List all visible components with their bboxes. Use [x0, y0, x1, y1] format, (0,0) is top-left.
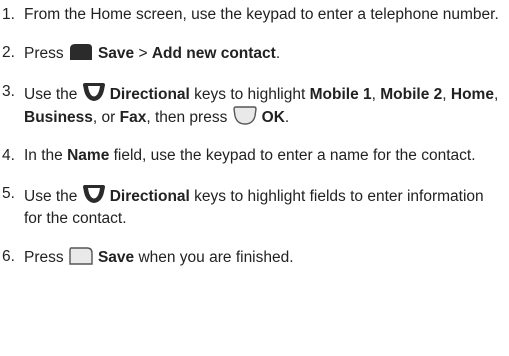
- instructions-page: 1. From the Home screen, use the keypad …: [0, 0, 509, 356]
- step-number: 5.: [2, 185, 15, 202]
- business-label: Business: [24, 109, 93, 126]
- step-text: Press Save when you are finished.: [24, 246, 499, 269]
- text-segment: , or: [92, 109, 120, 126]
- fax-label: Fax: [119, 109, 147, 126]
- directional-label: Directional: [109, 86, 190, 103]
- home-label: Home: [450, 86, 494, 103]
- text-segment: Press: [24, 45, 68, 62]
- step-number: 6.: [2, 248, 15, 265]
- step-text: Press Save > Add new contact.: [24, 42, 499, 65]
- directional-label: Directional: [109, 188, 190, 205]
- step-6: 6. Press Save when you are finished.: [2, 246, 509, 269]
- text-segment: Press: [24, 249, 68, 266]
- text-segment: when you are finished.: [134, 249, 294, 266]
- save-label: Save: [97, 45, 135, 62]
- step-2: 2. Press Save > Add new contact.: [2, 42, 509, 65]
- text-segment: ,: [442, 86, 451, 103]
- mobile-2-label: Mobile 2: [380, 86, 443, 103]
- directional-key-icon: [82, 183, 106, 205]
- step-text: Use the Directional keys to highlight Mo…: [24, 81, 499, 129]
- step-text: In the Name field, use the keypad to ent…: [24, 145, 499, 167]
- text-segment: ,: [493, 86, 499, 103]
- step-5: 5. Use the Directional keys to highlight…: [2, 183, 509, 230]
- step-number: 2.: [2, 44, 15, 61]
- name-field-label: Name: [67, 147, 110, 164]
- center-ok-key-icon: [232, 106, 258, 126]
- step-number: 3.: [2, 83, 15, 100]
- step-text: From the Home screen, use the keypad to …: [24, 6, 499, 23]
- text-segment: field, use the keypad to enter a name fo…: [109, 147, 476, 164]
- text-segment: .: [284, 109, 290, 126]
- directional-key-icon: [82, 81, 106, 103]
- right-softkey-icon: [68, 246, 94, 266]
- text-segment: Use the: [24, 86, 82, 103]
- step-3: 3. Use the Directional keys to highlight…: [2, 81, 509, 129]
- left-softkey-icon: [68, 42, 94, 62]
- text-segment: >: [134, 45, 152, 62]
- save-label: Save: [97, 249, 135, 266]
- step-number: 1.: [2, 6, 15, 23]
- step-text: Use the Directional keys to highlight fi…: [24, 183, 499, 230]
- text-segment: Use the: [24, 188, 82, 205]
- step-1: 1. From the Home screen, use the keypad …: [2, 4, 509, 26]
- mobile-1-label: Mobile 1: [309, 86, 372, 103]
- text-segment: keys to highlight: [189, 86, 310, 103]
- step-number: 4.: [2, 147, 15, 164]
- steps-list: 1. From the Home screen, use the keypad …: [2, 4, 509, 269]
- text-segment: , then press: [146, 109, 232, 126]
- ok-label: OK: [261, 109, 285, 126]
- text-segment: ,: [371, 86, 381, 103]
- step-4: 4. In the Name field, use the keypad to …: [2, 145, 509, 167]
- text-segment: In the: [24, 147, 68, 164]
- add-new-contact-label: Add new contact: [151, 45, 276, 62]
- text-segment: .: [275, 45, 281, 62]
